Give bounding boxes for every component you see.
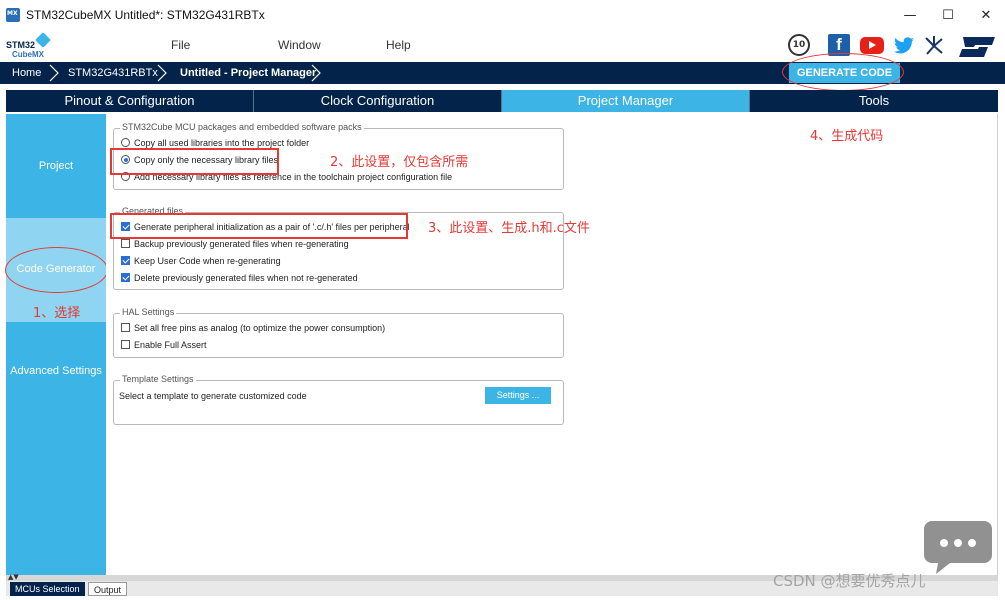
- chevron-right-icon: [49, 64, 59, 82]
- option-delete-previous[interactable]: Delete previously generated files when n…: [121, 273, 358, 283]
- tab-project-manager[interactable]: Project Manager: [502, 90, 750, 112]
- hal-settings-group: HAL Settings: [113, 307, 564, 358]
- annotation-step4: 4、生成代码: [810, 129, 884, 144]
- network-icon[interactable]: [922, 34, 946, 58]
- minimize-button[interactable]: —: [891, 0, 929, 30]
- code-generator-highlight-ellipse: [5, 247, 108, 293]
- logo-line1: STM32: [6, 40, 36, 50]
- twitter-icon[interactable]: [892, 34, 916, 58]
- option-label: Set all free pins as analog (to optimize…: [134, 323, 386, 333]
- tab-clock-configuration[interactable]: Clock Configuration: [254, 90, 502, 112]
- checkbox-icon: [121, 340, 130, 349]
- option-label: Backup previously generated files when r…: [134, 239, 349, 249]
- menu-window[interactable]: Window: [278, 38, 321, 52]
- hal-settings-group-title: HAL Settings: [120, 307, 177, 317]
- maximize-button[interactable]: ☐: [929, 0, 967, 30]
- generate-highlight-ellipse: [782, 53, 904, 91]
- tab-mcus-selection[interactable]: MCUs Selection: [10, 582, 85, 596]
- nav-advanced-settings[interactable]: Advanced Settings: [6, 365, 106, 377]
- watermark: CSDN @想要优秀点儿: [773, 572, 926, 590]
- title-bar: STM32CubeMX Untitled*: STM32G431RBTx — ☐…: [0, 0, 1005, 30]
- tab-pinout-configuration[interactable]: Pinout & Configuration: [6, 90, 254, 112]
- checkbox-icon: [121, 323, 130, 332]
- checkbox-icon: [121, 239, 130, 248]
- packages-group-title: STM32Cube MCU packages and embedded soft…: [120, 122, 364, 132]
- stm32cubemx-logo: STM32 CubeMX: [6, 32, 56, 60]
- annotation-step3: 3、此设置、生成.h和.c文件: [428, 221, 590, 236]
- option-copy-all[interactable]: Copy all used libraries into the project…: [121, 138, 309, 148]
- st-logo-icon[interactable]: [956, 34, 998, 58]
- left-nav: Project Code Generator Advanced Settings: [6, 114, 106, 576]
- annotation-step1: 1、选择: [33, 306, 81, 321]
- breadcrumb-device[interactable]: STM32G431RBTx: [68, 62, 158, 84]
- menu-help[interactable]: Help: [386, 38, 411, 52]
- tab-tools[interactable]: Tools: [750, 90, 998, 112]
- chevron-right-icon: [157, 64, 167, 82]
- option-label: Copy all used libraries into the project…: [134, 138, 310, 148]
- option-free-pins-analog[interactable]: Set all free pins as analog (to optimize…: [121, 323, 385, 333]
- chat-icon[interactable]: [922, 517, 996, 577]
- main-tabs: Pinout & Configuration Clock Configurati…: [6, 90, 998, 112]
- logo-line2: CubeMX: [12, 50, 44, 59]
- breadcrumb-home[interactable]: Home: [12, 62, 41, 84]
- menu-file[interactable]: File: [171, 38, 190, 52]
- option-label: Keep User Code when re-generating: [134, 256, 281, 266]
- close-button[interactable]: ✕: [967, 0, 1005, 30]
- option-full-assert[interactable]: Enable Full Assert: [121, 340, 207, 350]
- app-icon: [6, 8, 20, 22]
- option-backup-files[interactable]: Backup previously generated files when r…: [121, 239, 349, 249]
- splitter-arrows-icon[interactable]: ▲▼: [8, 573, 19, 581]
- option-label: Delete previously generated files when n…: [134, 273, 358, 283]
- window-controls: — ☐ ✕: [891, 0, 1005, 30]
- annotation-step2: 2、此设置，仅包含所需: [330, 155, 469, 170]
- tab-output[interactable]: Output: [88, 582, 128, 596]
- option-label: Enable Full Assert: [134, 340, 207, 350]
- breadcrumb-current[interactable]: Untitled - Project Manager: [180, 62, 316, 84]
- highlight-box-generate-pair: [110, 213, 408, 239]
- option-keep-user-code[interactable]: Keep User Code when re-generating: [121, 256, 281, 266]
- radio-icon: [121, 138, 130, 147]
- cube-icon: [35, 32, 51, 48]
- nav-project[interactable]: Project: [6, 160, 106, 172]
- template-settings-button[interactable]: Settings ...: [485, 387, 551, 404]
- checkbox-checked-icon: [121, 273, 130, 282]
- template-settings-group-title: Template Settings: [120, 374, 196, 384]
- template-description: Select a template to generate customized…: [119, 391, 307, 401]
- checkbox-checked-icon: [121, 256, 130, 265]
- window-title: STM32CubeMX Untitled*: STM32G431RBTx: [26, 8, 265, 22]
- highlight-box-copy-necessary: [110, 148, 279, 175]
- chevron-right-icon: [311, 64, 321, 82]
- youtube-icon[interactable]: [860, 37, 884, 54]
- anniversary-icon[interactable]: 10: [788, 34, 810, 56]
